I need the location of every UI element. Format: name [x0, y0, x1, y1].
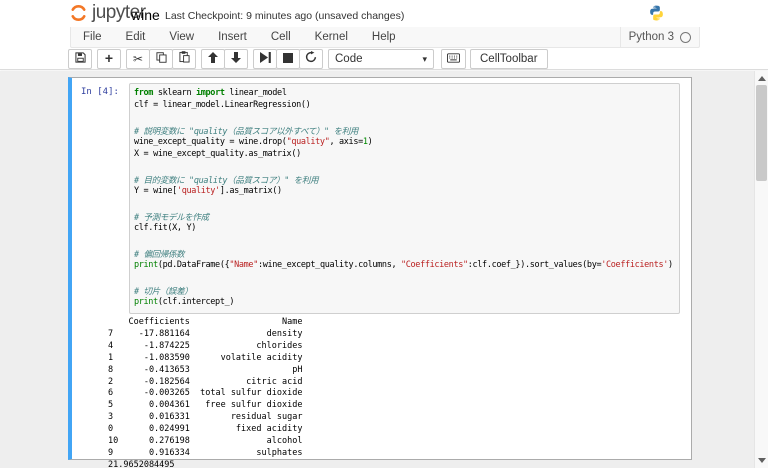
toolbar-button-group: ✂ [126, 49, 196, 69]
paste-icon [178, 50, 190, 68]
scroll-up-arrow-icon[interactable] [758, 76, 766, 81]
menu-item-view[interactable]: View [157, 28, 206, 47]
code-line: X = wine_except_quality.as_matrix() [134, 149, 301, 160]
code-editor[interactable]: from sklearn import linear_modelclf = li… [129, 83, 680, 314]
add-cell-button[interactable]: + [97, 49, 121, 69]
header: jupyter wine Last Checkpoint: 9 minutes … [0, 0, 768, 70]
code-line: print(pd.DataFrame({"Name":wine_except_q… [134, 260, 679, 271]
restart-button[interactable] [299, 49, 323, 69]
kernel-indicator: Python 3 [619, 27, 699, 47]
toolbar-button-group [68, 49, 92, 69]
menu-item-edit[interactable]: Edit [114, 28, 158, 47]
input-prompt: In [4]: [81, 87, 119, 97]
menu-item-help[interactable]: Help [360, 28, 408, 47]
checkpoint-status: Last Checkpoint: 9 minutes ago (unsaved … [165, 10, 405, 22]
move-up-icon [208, 50, 218, 68]
menu-item-kernel[interactable]: Kernel [303, 28, 360, 47]
paste-button[interactable] [172, 49, 196, 69]
cell-type-value: Code [335, 53, 363, 65]
code-line: # 目的変数に "quality（品質スコア）" を利用 [134, 176, 319, 187]
run-icon [259, 50, 271, 68]
python-logo-icon [648, 4, 665, 27]
stop-icon [283, 50, 293, 68]
jupyter-logo-icon [71, 5, 86, 21]
brand-bar: jupyter wine Last Checkpoint: 9 minutes … [0, 0, 768, 27]
code-cell-selected[interactable]: In [4]: from sklearn import linear_model… [68, 77, 692, 468]
move-down-icon [231, 50, 241, 68]
kernel-name: Python 3 [628, 31, 674, 43]
jupyter-notebook-app: jupyter wine Last Checkpoint: 9 minutes … [0, 0, 768, 468]
notebook-title[interactable]: wine [131, 7, 160, 23]
menu-item-insert[interactable]: Insert [206, 28, 259, 47]
toolbar-button-group: + [97, 49, 121, 69]
save-button[interactable] [68, 49, 92, 69]
cell-output-text: Coefficients Name 7 -17.881164 density 4… [108, 317, 303, 468]
code-line: print(clf.intercept_) [134, 297, 235, 308]
add-cell-icon: + [104, 50, 114, 66]
code-line: Y = wine['quality'].as_matrix() [134, 186, 282, 197]
menu-item-file[interactable]: File [71, 28, 114, 47]
copy-icon [155, 50, 167, 68]
scrollbar-thumb[interactable] [756, 85, 767, 181]
code-line: clf.fit(X, Y) [134, 223, 196, 234]
code-line: # 切片（誤差） [134, 286, 193, 297]
save-icon [74, 50, 86, 68]
cell-toolbar-button[interactable]: CellToolbar [470, 49, 548, 69]
code-line: clf = linear_model.LinearRegression() [134, 100, 311, 111]
notebook-container: In [4]: from sklearn import linear_model… [0, 71, 754, 468]
code-line: from sklearn import linear_model [134, 88, 287, 98]
code-text: from sklearn import linear_modelclf = li… [134, 88, 679, 309]
code-line: # 偏回帰係数 [134, 249, 185, 260]
code-line: # 予測モデルを作成 [134, 212, 209, 223]
toolbar-button-group [253, 49, 323, 69]
cell-type-dropdown[interactable]: Code ▾ [328, 49, 434, 69]
kernel-idle-circle-icon [680, 31, 691, 43]
vertical-scrollbar[interactable] [754, 71, 768, 468]
code-line: wine_except_quality = wine.drop("quality… [134, 137, 373, 148]
scroll-down-arrow-icon[interactable] [758, 458, 766, 463]
move-down-button[interactable] [224, 49, 248, 69]
cut-button[interactable]: ✂ [126, 49, 150, 69]
restart-icon [305, 50, 317, 68]
move-up-button[interactable] [201, 49, 225, 69]
keyboard-icon [447, 50, 460, 68]
toolbar-button-group [201, 49, 248, 69]
copy-button[interactable] [149, 49, 173, 69]
chevron-down-icon: ▾ [422, 53, 427, 64]
command-palette-button[interactable] [441, 49, 466, 69]
run-button[interactable] [253, 49, 277, 69]
cut-icon: ✂ [132, 52, 144, 66]
menu-item-cell[interactable]: Cell [259, 28, 303, 47]
code-line: # 説明変数に "quality（品質スコア以外すべて）" を利用 [134, 126, 359, 137]
toolbar: + ✂ Code ▾ CellToolbar [68, 48, 548, 70]
stop-button[interactable] [276, 49, 300, 69]
menu-bar: File Edit View Insert Cell Kernel Help Python … [70, 27, 700, 48]
